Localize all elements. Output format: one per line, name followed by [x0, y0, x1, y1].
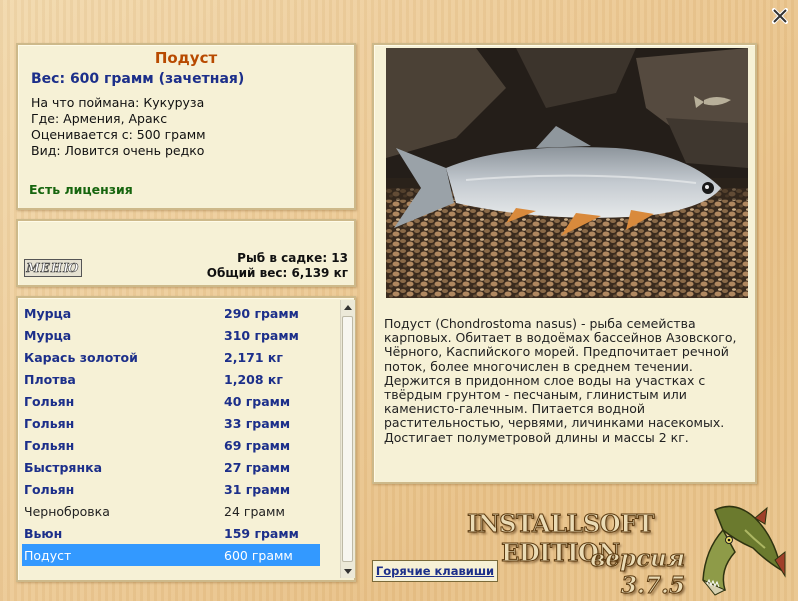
- catch-fish-name: Гольян: [24, 482, 75, 497]
- catch-fish-weight: 2,171 кг: [224, 350, 283, 365]
- catch-fish-name: Гольян: [24, 438, 75, 453]
- version-label: версия 3.7.5: [590, 545, 686, 600]
- catch-fish-weight: 33 грамм: [224, 416, 291, 431]
- catch-list-item[interactable]: Подуст 600 грамм: [22, 544, 320, 566]
- catch-fish-name: Плотва: [24, 372, 76, 387]
- catch-list-item[interactable]: Гольян 31 грамм: [22, 478, 320, 500]
- catch-list-item[interactable]: Гольян 69 грамм: [22, 434, 320, 456]
- catch-fish-name: Быстрянка: [24, 460, 103, 475]
- catch-fish-weight: 69 грамм: [224, 438, 291, 453]
- menu-button[interactable]: МЕНЮ: [24, 259, 82, 277]
- catch-fish-name: Чернобровка: [24, 504, 110, 519]
- catch-fish-weight: 159 грамм: [224, 526, 299, 541]
- rarity-line: Вид: Ловится очень редко: [31, 143, 205, 158]
- location-line: Где: Армения, Аракс: [31, 111, 168, 126]
- catch-list: Мурца 290 грамм Мурца 310 грамм Карась золот…: [16, 296, 356, 582]
- catch-fish-weight: 600 грамм: [224, 548, 293, 563]
- fish-weight: Вес: 600 грамм (зачетная): [31, 71, 245, 87]
- catch-fish-weight: 310 грамм: [224, 328, 299, 343]
- catch-fish-weight: 27 грамм: [224, 460, 291, 475]
- catch-list-item[interactable]: Гольян 40 грамм: [22, 390, 320, 412]
- catch-fish-name: Подуст: [24, 548, 72, 563]
- catch-fish-name: Вьюн: [24, 526, 63, 541]
- catch-list-item[interactable]: Плотва 1,208 кг: [22, 368, 320, 390]
- catch-fish-name: Гольян: [24, 394, 75, 409]
- catch-fish-weight: 1,208 кг: [224, 372, 283, 387]
- arrow-down-icon: [344, 568, 352, 574]
- catch-list-item[interactable]: Чернобровка 24 грамм: [22, 500, 320, 522]
- arrow-up-icon: [344, 304, 352, 310]
- catch-fish-name: Мурца: [24, 328, 72, 343]
- scroll-thumb[interactable]: [342, 316, 353, 562]
- close-icon: [772, 8, 788, 24]
- catch-fish-weight: 290 грамм: [224, 306, 299, 321]
- rated-line: Оценивается с: 500 грамм: [31, 127, 206, 142]
- catch-list-item[interactable]: Быстрянка 27 грамм: [22, 456, 320, 478]
- fish-description: Подуст (Chondrostoma nasus) - рыба семей…: [384, 316, 737, 445]
- catch-fish-weight: 24 грамм: [224, 504, 285, 519]
- license-status: Есть лицензия: [29, 182, 133, 197]
- catch-list-item[interactable]: Мурца 290 грамм: [22, 302, 320, 324]
- fish-photo: [386, 48, 748, 298]
- fish-info-panel: Подуст Вес: 600 грамм (зачетная) На что …: [16, 43, 356, 210]
- fish-photo-illustration: [386, 48, 748, 298]
- catch-list-item[interactable]: Мурца 310 грамм: [22, 324, 320, 346]
- catch-fish-name: Мурца: [24, 306, 72, 321]
- catch-list-item[interactable]: Карась золотой 2,171 кг: [22, 346, 320, 368]
- catch-fish-name: Гольян: [24, 416, 75, 431]
- catch-fish-weight: 31 грамм: [224, 482, 291, 497]
- catch-fish-name: Карась золотой: [24, 350, 138, 365]
- bait-line: На что поймана: Кукуруза: [31, 95, 205, 110]
- fish-title: Подуст: [154, 49, 218, 67]
- close-button[interactable]: [770, 6, 790, 26]
- fish-count: Рыб в садке: 13: [237, 251, 348, 265]
- fish-description-panel: Подуст (Chondrostoma nasus) - рыба семей…: [372, 43, 757, 484]
- catch-fish-weight: 40 грамм: [224, 394, 291, 409]
- total-weight: Общий вес: 6,139 кг: [206, 266, 348, 280]
- scrollbar[interactable]: [340, 300, 355, 578]
- scroll-up-button[interactable]: [341, 300, 355, 314]
- scroll-down-button[interactable]: [341, 564, 355, 578]
- catch-list-item[interactable]: Вьюн 159 грамм: [22, 522, 320, 544]
- cage-panel: МЕНЮ Рыб в садке: 13 Общий вес: 6,139 кг: [16, 219, 356, 287]
- catch-list-item[interactable]: Гольян 33 грамм: [22, 412, 320, 434]
- pike-logo-icon: [702, 505, 786, 596]
